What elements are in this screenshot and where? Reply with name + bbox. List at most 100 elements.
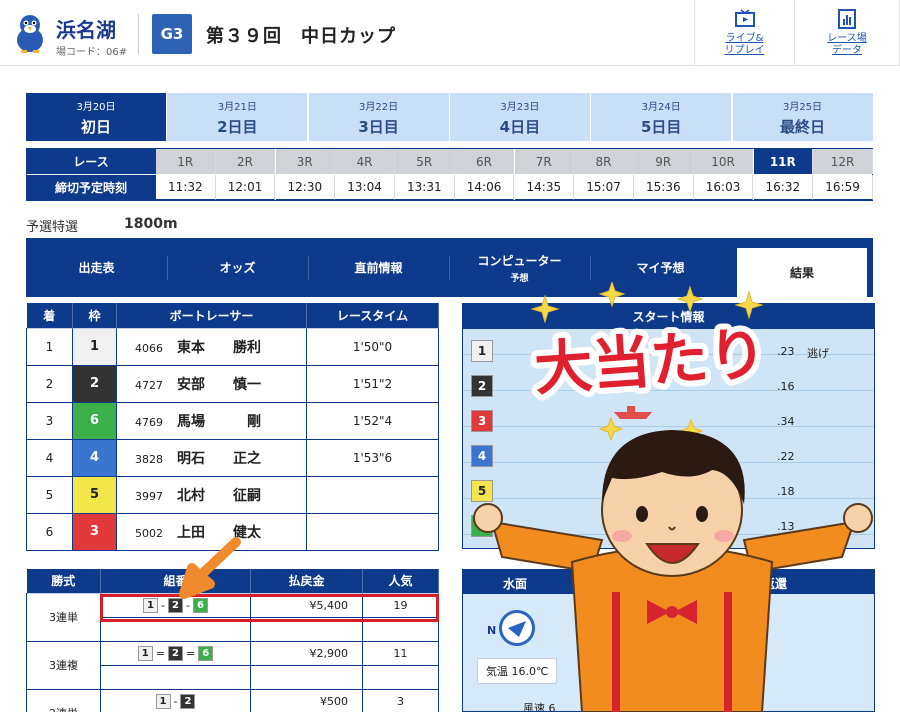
payout-amount: ¥2,900	[250, 640, 363, 666]
racer-name: 馬場 剛	[177, 413, 261, 430]
header-rank: 着	[26, 303, 73, 328]
deadline-row-label: 締切予定時刻	[26, 175, 156, 200]
race-row-label: レース	[26, 149, 156, 174]
race-tab-8r[interactable]: 8R	[574, 149, 634, 174]
day-tab-6[interactable]: 3月25日最終日	[732, 93, 873, 141]
race-time	[306, 475, 439, 514]
sparkle-icon	[598, 282, 626, 308]
sparkle-icon	[530, 294, 560, 324]
race-tab-12r[interactable]: 12R	[813, 149, 873, 174]
racer-reg-number: 3828	[135, 452, 163, 466]
header-race-time: レースタイム	[306, 303, 439, 328]
day-name: 3日目	[358, 117, 399, 136]
finish-rank: 2	[26, 364, 73, 403]
deadline-time: 12:01	[215, 175, 276, 200]
venue-data-label: レース場 データ	[827, 33, 867, 56]
day-tab-5[interactable]: 3月24日 5日目	[591, 93, 732, 141]
result-row: 1 1 4066 東本 勝利 1'50"0	[26, 327, 439, 366]
combo-separator: =	[186, 646, 196, 660]
deadline-time: 15:07	[574, 175, 634, 200]
header-boat: 枠	[72, 303, 117, 328]
day-tab-3[interactable]: 3月22日 3日目	[308, 93, 449, 141]
finish-rank: 6	[26, 512, 73, 551]
race-tab-4r[interactable]: 4R	[335, 149, 395, 174]
deadline-time: 16:03	[693, 175, 754, 200]
race-title: 第３９回 中日カップ	[206, 26, 396, 47]
racer-name: 北村 征嗣	[177, 487, 261, 504]
race-time: 1'50"0	[306, 327, 439, 366]
boat-icon	[614, 406, 652, 419]
finish-rank: 3	[26, 401, 73, 440]
finish-rank: 4	[26, 438, 73, 477]
day-name: 5日目	[640, 117, 682, 136]
racer-cell[interactable]: 4769 馬場 剛	[116, 401, 307, 440]
combo-boat: 2	[168, 645, 183, 661]
nav-tab-2[interactable]: オッズ	[167, 238, 308, 297]
deadline-time: 14:06	[454, 175, 515, 200]
boat-number: 4	[72, 438, 117, 477]
header-divider	[138, 14, 139, 54]
payout-row: 3連複 1 = 2 = 6 ¥2,900 11	[26, 640, 439, 690]
nav-tab-label: オッズ	[219, 261, 256, 275]
race-tab-5r[interactable]: 5R	[395, 149, 455, 174]
venue-name: 浜名湖	[56, 18, 116, 42]
bet-type: 2連単	[26, 688, 101, 712]
combo-separator: -	[173, 694, 178, 708]
race-tab-10r[interactable]: 10R	[693, 149, 754, 174]
nav-tab-label: コンピューター	[477, 253, 562, 268]
day-tab-4[interactable]: 3月23日 4日目	[449, 93, 590, 141]
day-name: 4日目	[499, 117, 541, 136]
race-tab-2r[interactable]: 2R	[215, 149, 276, 174]
live-replay-button[interactable]: ライブ& リプレイ	[694, 0, 794, 66]
combo-boat: 6	[198, 645, 214, 661]
race-time: 1'51"2	[306, 364, 439, 403]
bet-type: 3連複	[26, 640, 101, 690]
venue-code: 場コード：06#	[56, 47, 128, 58]
race-time: 1'53"6	[306, 438, 439, 477]
tv-icon	[734, 9, 755, 27]
day-date: 3月21日	[217, 101, 257, 113]
racer-cell[interactable]: 3828 明石 正之	[116, 438, 307, 477]
bet-type: 3連単	[26, 592, 101, 642]
racer-reg-number: 4769	[135, 415, 163, 429]
pointer-arrow-icon	[179, 537, 241, 599]
combo-boat: 1	[155, 693, 171, 709]
combination: 1 = 2 = 6	[100, 640, 251, 666]
racer-cell[interactable]: 4066 東本 勝利	[116, 327, 307, 366]
day-date: 3月25日	[782, 101, 823, 113]
day-date: 3月20日	[76, 101, 116, 113]
day-tab-2[interactable]: 3月21日 2日目	[167, 93, 308, 141]
deadline-time: 11:32	[156, 175, 216, 200]
venue-data-button[interactable]: レース場 データ	[794, 0, 900, 66]
site-header: 浜名湖 場コード：06# G3 第３９回 中日カップ ライブ& リプレイ レース場…	[0, 0, 900, 66]
payout-row: 2連単1-2¥5003	[26, 688, 439, 712]
nav-tab-label: 出走表	[78, 261, 115, 275]
racer-cell[interactable]: 3997 北村 征嗣	[116, 475, 307, 514]
race-tab-7r[interactable]: 7R	[514, 149, 575, 174]
racer-cell[interactable]: 4727 安部 慎一	[116, 364, 307, 403]
nav-tab-3[interactable]: 直前情報	[308, 238, 449, 297]
day-tab-1[interactable]: 3月20日初日	[26, 93, 166, 141]
deadline-time: 16:32	[753, 175, 814, 200]
race-tab-11r[interactable]: 11R	[753, 149, 814, 174]
payout-amount: ¥500	[250, 688, 363, 712]
race-time: 1'52"4	[306, 401, 439, 440]
nav-tab-1[interactable]: 出走表	[26, 238, 167, 297]
racer-name: 明石 正之	[177, 450, 261, 467]
day-name: 初日	[80, 117, 111, 136]
mascot-logo-icon	[17, 15, 43, 53]
header-popularity: 人気	[362, 569, 439, 593]
boat-number: 2	[72, 364, 117, 403]
race-tab-1r[interactable]: 1R	[156, 149, 216, 174]
race-tab-3r[interactable]: 3R	[275, 149, 336, 174]
day-name: 2日目	[217, 117, 258, 136]
nav-tab-label: 結果	[789, 266, 814, 280]
combo-boat: 2	[180, 693, 196, 709]
header-racer: ボートレーサー	[116, 303, 307, 328]
race-tab-6r[interactable]: 6R	[454, 149, 515, 174]
boat-number: 6	[72, 401, 117, 440]
combination: 1-2	[100, 688, 251, 712]
finish-rank: 5	[26, 475, 73, 514]
race-tab-9r[interactable]: 9R	[634, 149, 694, 174]
day-name: 最終日	[779, 117, 825, 136]
